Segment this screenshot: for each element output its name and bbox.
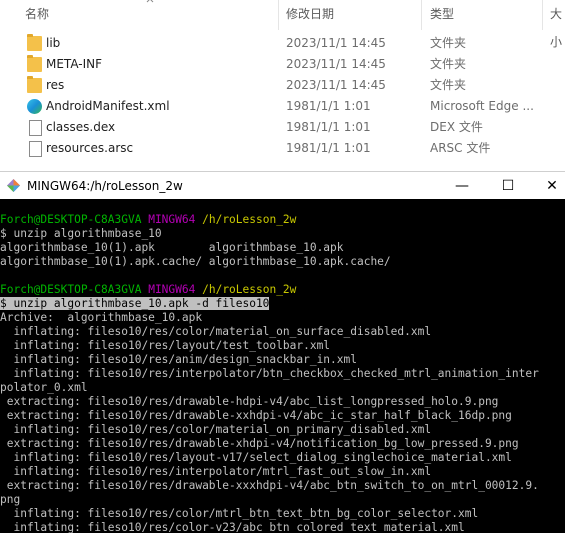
file-row[interactable]: META-INF 2023/11/1 14:45 文件夹 [0, 54, 565, 75]
prompt-shell: MINGW64 [148, 283, 196, 296]
file-modified: 2023/11/1 14:45 [286, 36, 386, 50]
terminal-titlebar[interactable]: MINGW64:/h/roLesson_2w — ☐ ✕ [0, 171, 565, 200]
terminal-console[interactable]: Forch@DESKTOP-C8A3GVA MINGW64 /h/roLesso… [0, 199, 565, 533]
file-modified: 2023/11/1 14:45 [286, 78, 386, 92]
output-line: extracting: fileso10/res/drawable-xxxhdp… [0, 479, 539, 492]
file-row[interactable]: res 2023/11/1 14:45 文件夹 [0, 75, 565, 96]
output-line: inflating: fileso10/res/layout/test_tool… [0, 339, 331, 352]
file-name: META-INF [46, 57, 103, 71]
output-line: inflating: fileso10/res/interpolator/btn… [0, 367, 539, 380]
command-line: $ unzip algorithmbase_10.apk -d fileso10 [0, 297, 270, 311]
document-icon [29, 120, 42, 136]
minimize-button[interactable]: — [439, 172, 485, 200]
file-name: classes.dex [46, 120, 116, 134]
column-header-name[interactable]: 名称 [25, 0, 49, 30]
file-modified: 1981/1/1 1:01 [286, 99, 371, 113]
terminal-scrollbar[interactable] [557, 199, 565, 533]
output-line: extracting: fileso10/res/drawable-xxhdpi… [0, 409, 512, 422]
column-header-size[interactable]: 大小 [550, 0, 565, 49]
prompt-user: Forch@DESKTOP-C8A3GVA [0, 213, 142, 226]
output-line: polator_0.xml [0, 381, 88, 394]
output-line: inflating: fileso10/res/interpolator/mtr… [0, 465, 432, 478]
edge-icon [27, 99, 42, 114]
file-row[interactable]: AndroidManifest.xml 1981/1/1 1:01 Micros… [0, 96, 565, 117]
file-modified: 1981/1/1 1:01 [286, 141, 371, 155]
close-button[interactable]: ✕ [529, 172, 565, 200]
prompt-line: Forch@DESKTOP-C8A3GVA MINGW64 /h/roLesso… [0, 283, 296, 297]
column-divider[interactable] [278, 0, 279, 30]
window-title: MINGW64:/h/roLesson_2w [27, 179, 183, 193]
folder-icon [27, 76, 42, 93]
output-line: inflating: fileso10/res/color/material_o… [0, 423, 432, 436]
prompt-path: /h/roLesson_2w [202, 213, 297, 226]
output-line: extracting: fileso10/res/drawable-hdpi-v… [0, 395, 499, 408]
prompt-line: Forch@DESKTOP-C8A3GVA MINGW64 /h/roLesso… [0, 213, 296, 227]
output-line: algorithmbase_10(1).apk algorithmbase_10… [0, 241, 344, 254]
file-row[interactable]: resources.arsc 1981/1/1 1:01 ARSC 文件 [0, 138, 565, 159]
output-line: extracting: fileso10/res/drawable-xhdpi-… [0, 437, 519, 450]
document-icon [29, 141, 42, 157]
file-type: 文件夹 [430, 36, 467, 50]
file-type: DEX 文件 [430, 120, 483, 134]
maximize-button[interactable]: ☐ [485, 172, 531, 200]
prompt-user: Forch@DESKTOP-C8A3GVA [0, 283, 142, 296]
output-line: Archive: algorithmbase_10.apk [0, 311, 203, 324]
file-modified: 2023/11/1 14:45 [286, 57, 386, 71]
file-row[interactable]: lib 2023/11/1 14:45 文件夹 [0, 33, 565, 54]
file-name: resources.arsc [46, 141, 134, 155]
file-row[interactable]: classes.dex 1981/1/1 1:01 DEX 文件 [0, 117, 565, 138]
column-divider[interactable] [542, 0, 543, 30]
output-line: inflating: fileso10/res/color-v23/abc_bt… [0, 521, 465, 533]
column-header-type[interactable]: 类型 [430, 0, 454, 30]
output-line: inflating: fileso10/res/anim/design_snac… [0, 353, 357, 366]
file-type: 文件夹 [430, 78, 467, 92]
file-modified: 1981/1/1 1:01 [286, 120, 371, 134]
file-name: res [46, 78, 65, 92]
terminal-window: MINGW64:/h/roLesson_2w — ☐ ✕ Forch@DESKT… [0, 171, 565, 533]
file-type: ARSC 文件 [430, 141, 491, 155]
file-name: lib [46, 36, 61, 50]
sort-ascending-icon [146, 0, 154, 3]
output-line: inflating: fileso10/res/layout-v17/selec… [0, 451, 512, 464]
file-explorer: 名称 修改日期 类型 大小 lib 2023/11/1 14:45 文件夹 ME… [0, 0, 565, 171]
prompt-path: /h/roLesson_2w [202, 283, 297, 296]
folder-icon [27, 34, 42, 51]
output-line: inflating: fileso10/res/color/mtrl_btn_t… [0, 507, 479, 520]
folder-icon [27, 55, 42, 72]
command-line: $ unzip algorithmbase_10 [0, 227, 162, 240]
file-name: AndroidManifest.xml [46, 99, 170, 113]
column-header-modified[interactable]: 修改日期 [286, 0, 334, 30]
file-type: 文件夹 [430, 57, 467, 71]
output-line: png [0, 493, 21, 506]
mintty-diamond-icon [7, 179, 20, 192]
file-type: Microsoft Edge ... [430, 99, 534, 113]
output-line: algorithmbase_10(1).apk.cache/ algorithm… [0, 255, 391, 268]
prompt-shell: MINGW64 [148, 213, 196, 226]
column-divider[interactable] [421, 0, 422, 30]
output-line: inflating: fileso10/res/color/material_o… [0, 325, 432, 338]
selected-command: $ unzip algorithmbase_10.apk -d fileso10 [0, 297, 270, 310]
